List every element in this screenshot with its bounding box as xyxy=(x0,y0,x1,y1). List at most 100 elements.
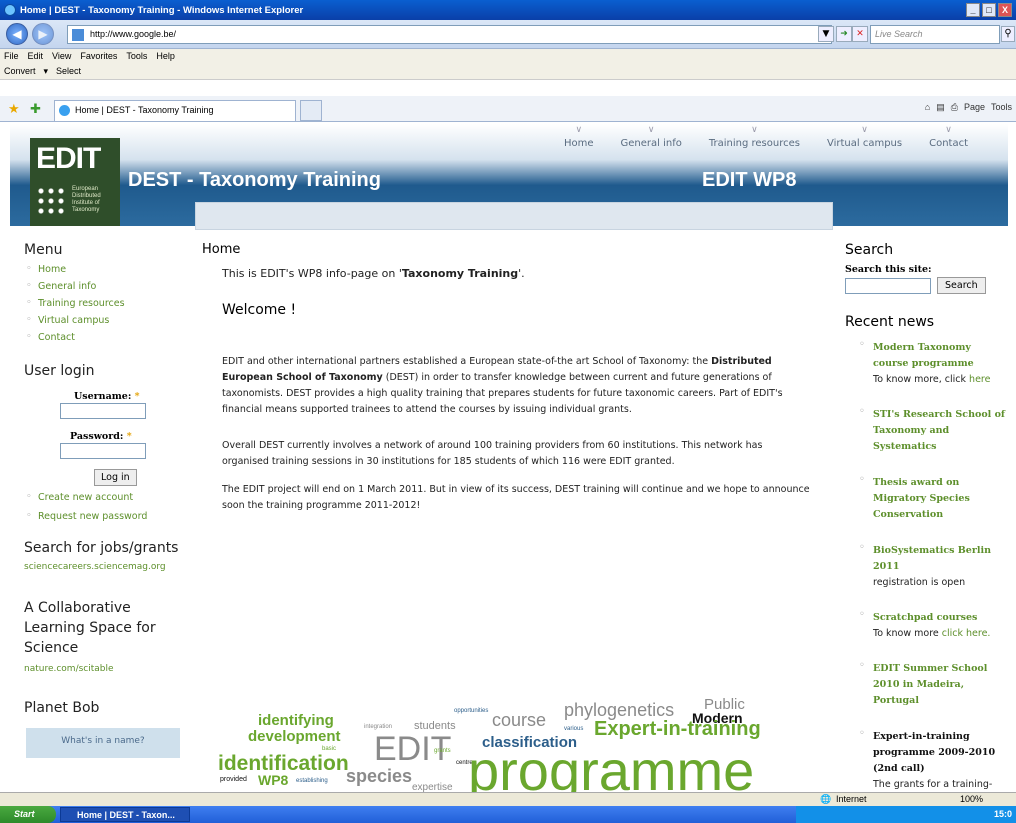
search-icon[interactable]: ⚲ xyxy=(1001,26,1015,42)
right-sidebar: Search Search this site: Search Recent n… xyxy=(845,242,1005,792)
stop-icon[interactable]: ✕ xyxy=(852,26,868,42)
web-page: EDIT European Distributed Institute of Taxo… xyxy=(0,122,1016,792)
news-title-link[interactable]: EDIT Summer School 2010 in Madeira, Port… xyxy=(873,661,1005,709)
ie-logo-icon xyxy=(4,4,16,16)
nav-virtual-campus[interactable]: Virtual campus xyxy=(827,138,902,149)
taskbar-item-ie[interactable]: Home | DEST - Taxon... xyxy=(60,807,190,822)
maximize-button[interactable]: □ xyxy=(982,3,996,17)
news-title-link[interactable]: STI's Research School of Taxonomy and Sy… xyxy=(873,407,1005,455)
address-bar[interactable]: http://www.google.be/ xyxy=(67,25,832,44)
zoom-level[interactable]: 100% xyxy=(960,794,983,804)
search-label: Search this site: xyxy=(845,264,932,275)
pdf-toolbar: Convert ▾ Select xyxy=(0,65,1016,80)
cloud-word[interactable]: programme xyxy=(468,738,754,792)
nav-training-resources[interactable]: Training resources xyxy=(709,138,800,149)
cloud-word[interactable]: grants xyxy=(434,748,451,754)
cloud-word[interactable]: species xyxy=(346,766,412,787)
news-item: Scratchpad courses To know more click her… xyxy=(859,609,1005,641)
sidebar-item-training-resources[interactable]: Training resources xyxy=(26,297,194,309)
select-button[interactable]: Select xyxy=(56,66,81,78)
sidebar-item-general-info[interactable]: General info xyxy=(26,280,194,292)
convert-dropdown-icon[interactable]: ▾ xyxy=(44,66,49,78)
address-dropdown-icon[interactable]: ▼ xyxy=(818,26,834,42)
tab-bar: ★ ✚ Home | DEST - Taxonomy Training ⌂ ▤ … xyxy=(0,96,1016,122)
window-title: Home | DEST - Taxonomy Training - Window… xyxy=(20,4,304,16)
feeds-icon[interactable]: ▤ xyxy=(936,102,945,113)
site-search-button[interactable]: Search xyxy=(937,277,986,294)
news-title-link[interactable]: Scratchpad courses xyxy=(873,610,1005,626)
username-field[interactable] xyxy=(60,403,146,419)
news-title-link[interactable]: Thesis award on Migratory Species Conser… xyxy=(873,475,1005,523)
home-icon[interactable]: ⌂ xyxy=(925,102,930,113)
jobs-link[interactable]: sciencecareers.sciencemag.org xyxy=(24,562,194,572)
go-icon[interactable]: ➜ xyxy=(836,26,852,42)
tab-home[interactable]: Home | DEST - Taxonomy Training xyxy=(54,100,296,121)
cloud-word[interactable]: expertise xyxy=(412,782,453,792)
site-name[interactable]: DEST - Taxonomy Training xyxy=(128,169,381,192)
edit-logo[interactable]: EDIT European Distributed Institute of Taxo… xyxy=(30,138,120,226)
main-content: Home This is EDIT's WP8 info-page on 'Ta… xyxy=(202,242,822,526)
logo-subtitle: European Distributed Institute of Taxonomy xyxy=(72,186,101,213)
news-desc: The grants for a training- xyxy=(873,779,993,790)
menu-edit[interactable]: Edit xyxy=(28,51,44,63)
taskbar: Start Home | DEST - Taxon... 15:0 xyxy=(0,806,1016,823)
news-desc: To know more click here. xyxy=(873,628,991,639)
page-menu[interactable]: Page xyxy=(964,102,985,113)
favorites-star-icon[interactable]: ★ xyxy=(8,101,20,117)
news-title-link[interactable]: Modern Taxonomy course programme xyxy=(873,340,1005,372)
logo-text: EDIT xyxy=(36,142,101,175)
news-more-link[interactable]: here xyxy=(969,374,990,385)
login-heading: User login xyxy=(24,363,95,379)
news-more-link[interactable]: click here. xyxy=(942,628,991,639)
news-title-link[interactable]: Expert-in-training programme 2009-2010 (… xyxy=(873,729,1005,777)
forward-button[interactable]: ▶ xyxy=(32,23,54,45)
cloud-word[interactable]: provided xyxy=(220,776,247,783)
menu-help[interactable]: Help xyxy=(156,51,175,63)
planet-bob-widget[interactable]: What's in a name? xyxy=(26,728,180,758)
paragraph-2: Overall DEST currently involves a networ… xyxy=(222,440,763,467)
nav-contact[interactable]: Contact xyxy=(929,138,968,149)
create-account-link[interactable]: Create new account xyxy=(26,491,194,503)
cloud-word[interactable]: course xyxy=(492,710,546,731)
menu-view[interactable]: View xyxy=(52,51,71,63)
cloud-word[interactable]: opportunities xyxy=(454,708,488,714)
news-item: BioSystematics Berlin 2011 registration i… xyxy=(859,542,1005,590)
cloud-word[interactable]: various xyxy=(564,726,583,732)
print-icon[interactable]: ⎙ xyxy=(951,102,958,113)
zone-label: Internet xyxy=(836,794,867,804)
paragraph-3: The EDIT project will end on 1 March 201… xyxy=(222,484,810,511)
menu-tools[interactable]: Tools xyxy=(126,51,147,63)
sidebar-item-contact[interactable]: Contact xyxy=(26,331,194,343)
left-sidebar: Menu Home General info Training resource… xyxy=(24,242,194,758)
minimize-button[interactable]: _ xyxy=(966,3,980,17)
menu-file[interactable]: File xyxy=(4,51,19,63)
site-search-input[interactable] xyxy=(845,277,931,294)
logo-dots-icon xyxy=(36,186,66,218)
cloud-word[interactable]: development xyxy=(248,728,341,745)
cloud-word[interactable]: establishing xyxy=(296,778,328,784)
cloud-word[interactable]: identifying xyxy=(258,712,334,729)
nav-general-info[interactable]: General info xyxy=(621,138,682,149)
add-favorite-icon[interactable]: ✚ xyxy=(30,101,41,117)
nav-home[interactable]: Home xyxy=(564,138,594,149)
scitable-link[interactable]: nature.com/scitable xyxy=(24,664,194,674)
window-titlebar: Home | DEST - Taxonomy Training - Window… xyxy=(0,0,1016,20)
menu-favorites[interactable]: Favorites xyxy=(80,51,117,63)
welcome-heading: Welcome ! xyxy=(222,302,297,318)
request-password-link[interactable]: Request new password xyxy=(26,510,194,522)
tools-menu[interactable]: Tools xyxy=(991,102,1012,113)
cloud-word[interactable]: WP8 xyxy=(258,772,288,788)
content-top-bar xyxy=(195,202,833,230)
convert-button[interactable]: Convert xyxy=(4,66,36,78)
back-button[interactable]: ◀ xyxy=(6,23,28,45)
password-field[interactable] xyxy=(60,443,146,459)
sidebar-item-home[interactable]: Home xyxy=(26,263,194,275)
sidebar-item-virtual-campus[interactable]: Virtual campus xyxy=(26,314,194,326)
live-search-input[interactable]: Live Search xyxy=(870,25,1000,44)
close-button[interactable]: X xyxy=(998,3,1012,17)
login-button[interactable]: Log in xyxy=(94,469,137,486)
news-item: Modern Taxonomy course programme To know … xyxy=(859,339,1005,387)
new-tab-button[interactable] xyxy=(300,100,322,121)
start-button[interactable]: Start xyxy=(0,806,56,823)
news-title-link[interactable]: BioSystematics Berlin 2011 xyxy=(873,543,1005,575)
